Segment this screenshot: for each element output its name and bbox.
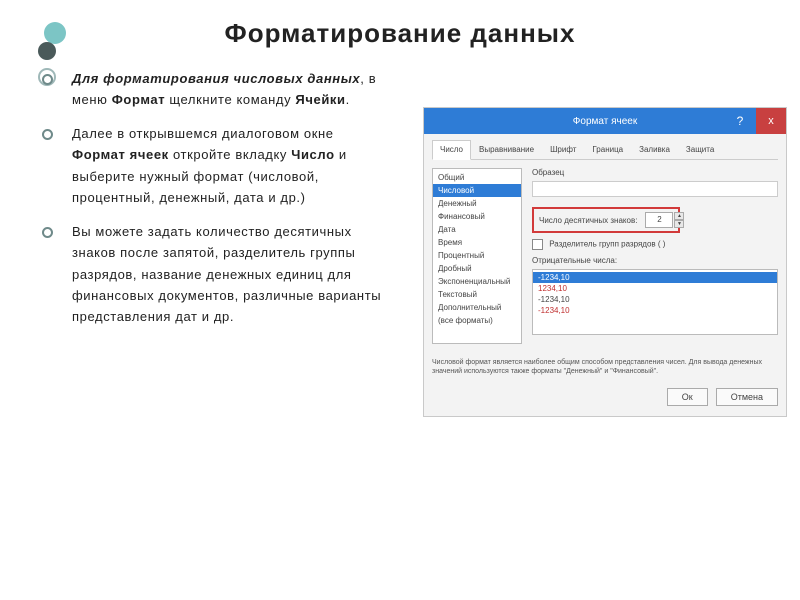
spinner-up-icon[interactable]: ▲ — [674, 212, 684, 220]
category-list[interactable]: Общий Числовой Денежный Финансовый Дата … — [432, 168, 522, 344]
negative-numbers-list[interactable]: -1234,10 1234,10 -1234,10 -1234,10 — [532, 269, 778, 335]
decimal-places-label: Число десятичных знаков: — [539, 216, 637, 225]
ok-button[interactable]: Ок — [667, 388, 708, 406]
category-item[interactable]: Финансовый — [433, 210, 521, 223]
category-item[interactable]: Текстовый — [433, 288, 521, 301]
format-description: Числовой формат является наиболее общим … — [432, 358, 778, 376]
tab-alignment[interactable]: Выравнивание — [471, 140, 542, 159]
dialog-title: Формат ячеек — [573, 116, 637, 127]
checkbox-icon — [532, 239, 543, 250]
sample-label: Образец — [532, 168, 778, 177]
sample-box — [532, 181, 778, 197]
body-text: Для форматирования числовых данных, в ме… — [60, 68, 390, 340]
decimal-places-input[interactable]: 2 ▲ ▼ — [645, 212, 673, 228]
bullet-3: Вы можете задать количество десятичных з… — [60, 221, 390, 328]
category-item[interactable]: Дата — [433, 223, 521, 236]
category-item[interactable]: Общий — [433, 171, 521, 184]
category-item[interactable]: Денежный — [433, 197, 521, 210]
category-item[interactable]: Дополнительный — [433, 301, 521, 314]
thousands-separator-checkbox[interactable]: Разделитель групп разрядов ( ) — [532, 239, 778, 250]
category-item[interactable]: Числовой — [433, 184, 521, 197]
format-cells-dialog: Формат ячеек ? x Число Выравнивание Шриф… — [424, 108, 786, 416]
category-item[interactable]: Процентный — [433, 249, 521, 262]
category-item[interactable]: Дробный — [433, 262, 521, 275]
tab-protection[interactable]: Защита — [678, 140, 722, 159]
slide-title: Форматирование данных — [0, 18, 800, 49]
spinner-down-icon[interactable]: ▼ — [674, 220, 684, 228]
tab-fill[interactable]: Заливка — [631, 140, 678, 159]
neg-item[interactable]: -1234,10 — [533, 294, 777, 305]
bullet-2: Далее в открывшемся диалоговом окне Форм… — [60, 123, 390, 209]
negative-numbers-label: Отрицательные числа: — [532, 256, 778, 265]
help-button[interactable]: ? — [728, 108, 752, 134]
decimal-places-group: Число десятичных знаков: 2 ▲ ▼ — [532, 207, 680, 233]
close-button[interactable]: x — [756, 108, 786, 134]
neg-item[interactable]: -1234,10 — [533, 305, 777, 316]
bullet-1: Для форматирования числовых данных, в ме… — [60, 68, 390, 111]
category-item[interactable]: Экспоненциальный — [433, 275, 521, 288]
category-item[interactable]: (все форматы) — [433, 314, 521, 327]
tab-number[interactable]: Число — [432, 140, 471, 160]
neg-item[interactable]: 1234,10 — [533, 283, 777, 294]
thousands-separator-label: Разделитель групп разрядов ( ) — [549, 240, 665, 249]
tab-strip: Число Выравнивание Шрифт Граница Заливка… — [432, 140, 778, 160]
tab-border[interactable]: Граница — [584, 140, 631, 159]
cancel-button[interactable]: Отмена — [716, 388, 778, 406]
category-item[interactable]: Время — [433, 236, 521, 249]
tab-font[interactable]: Шрифт — [542, 140, 584, 159]
neg-item[interactable]: -1234,10 — [533, 272, 777, 283]
dialog-titlebar: Формат ячеек ? x — [424, 108, 786, 134]
